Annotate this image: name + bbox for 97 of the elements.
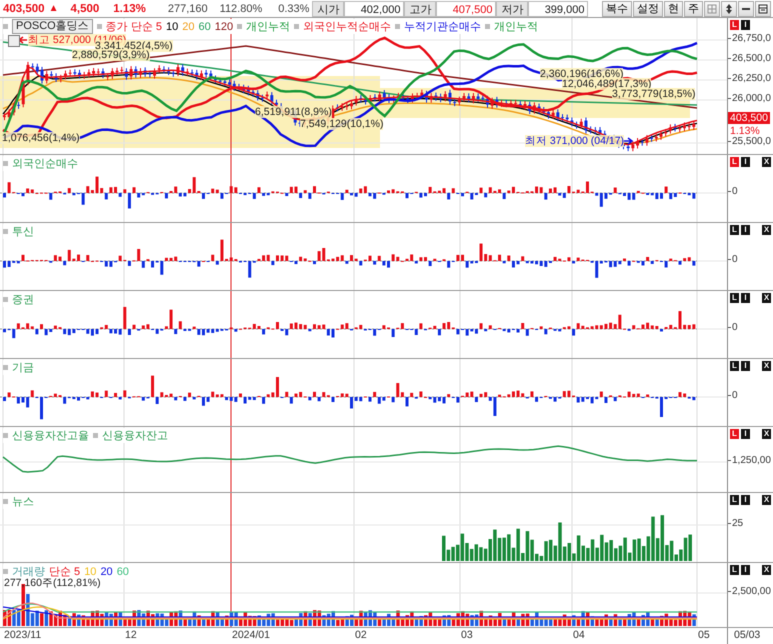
axis-tick-label: 0 xyxy=(732,390,738,401)
axis-badge[interactable]: L xyxy=(730,20,739,30)
legend-label: 10 xyxy=(166,20,178,32)
toolbar-button[interactable]: 복수 xyxy=(602,0,632,16)
date-axis-label: 2023/11 xyxy=(4,629,42,642)
axis-badge[interactable]: L xyxy=(730,361,739,371)
axis-badge[interactable]: L xyxy=(730,495,739,505)
legend-label: 10 xyxy=(84,566,96,578)
square-icon[interactable] xyxy=(8,35,20,47)
legend-label: 120 xyxy=(214,20,234,32)
chart-annotation: 1,076,456(1,4%) xyxy=(2,132,80,144)
axis-badge[interactable]: I xyxy=(741,157,750,167)
axis-badge[interactable]: X xyxy=(762,225,771,235)
axis-tick-label: 26,750,0 xyxy=(732,33,771,44)
date-axis-label: 03 xyxy=(461,629,473,642)
arrow-icon xyxy=(18,36,28,44)
chart-annotation: 3,773,779(18,5%) xyxy=(612,88,696,100)
date-axis-label: 04 xyxy=(573,629,585,642)
legend-label: 기금 xyxy=(12,361,34,375)
arrows-icon[interactable] xyxy=(721,0,737,16)
toolbar-button[interactable]: 설정 xyxy=(633,0,663,16)
axis-badge[interactable]: X xyxy=(762,293,771,303)
price-field: 399,000 xyxy=(528,0,588,16)
stock-name-label[interactable]: POSCO홀딩스 xyxy=(12,19,93,34)
date-axis-label: 2024/01 xyxy=(232,629,270,642)
axis-tick-label: 0 xyxy=(732,186,738,197)
axis-tick-label: 26,500,0 xyxy=(732,53,771,64)
up-arrow-label: ▲ xyxy=(48,3,58,14)
legend-label: 외국인순매수 xyxy=(12,157,78,171)
axis-badge[interactable]: L xyxy=(730,293,739,303)
price-field: 402,000 xyxy=(344,0,404,16)
axis-badge[interactable]: X xyxy=(762,429,771,439)
axis-tick-label: 1,250,00 xyxy=(732,455,771,466)
change-rate: 1.13% xyxy=(113,2,146,14)
price-field: 407,500 xyxy=(436,0,496,16)
legend-label: 투신 xyxy=(12,225,34,239)
axis-badge[interactable]: I xyxy=(741,293,750,303)
legend-marker-icon xyxy=(3,24,8,29)
chart-annotation: 2,880,579(3,9%) xyxy=(72,49,150,61)
legend-label: 신용융자잔고 xyxy=(102,429,168,443)
legend-label: 20 xyxy=(100,566,113,578)
legend-label: 60 xyxy=(116,566,129,578)
date-axis-label: 12 xyxy=(125,629,137,642)
field-label: 고가 xyxy=(404,0,436,16)
chart-annotation: 최저 371,000 (04/17) xyxy=(525,135,624,147)
change-rate-label: 1.13% xyxy=(730,125,760,137)
legend-label: 누적기관순매수 xyxy=(404,20,482,34)
legend-label: 증권 xyxy=(12,293,34,307)
legend-label: 거래량 xyxy=(12,565,45,578)
axis-badge[interactable]: X xyxy=(762,361,771,371)
toolbar-button[interactable]: 주 xyxy=(684,0,703,16)
chart-annotation: 7,549,129(10,1%) xyxy=(300,118,384,130)
legend-label: 단순 5 xyxy=(49,565,80,578)
legend-label: 개인누적 xyxy=(494,20,538,34)
chart-annotation: 6,519,911(8,9%) xyxy=(255,106,332,118)
field-label: 시가 xyxy=(312,0,344,16)
legend-label: 개인누적 xyxy=(246,20,290,34)
volume-annotation: 277,160주(112,81%) xyxy=(4,577,101,590)
legend-label: 20 xyxy=(182,20,194,32)
axis-tick-label: 25,500,0 xyxy=(732,136,771,147)
current-date-label: 05/03 xyxy=(733,628,762,643)
minus-icon[interactable] xyxy=(738,0,754,16)
axis-badge[interactable]: I xyxy=(741,225,750,235)
turnover-rate: 0.33% xyxy=(278,2,310,14)
current-price: 403,500 xyxy=(3,2,45,14)
axis-badge[interactable]: I xyxy=(741,565,750,575)
price-tag: 403,500 xyxy=(728,112,770,124)
price-change: 4,500 xyxy=(70,2,100,14)
axis-badge[interactable]: I xyxy=(741,429,750,439)
axis-tick-label: 25 xyxy=(732,518,744,529)
field-label: 저가 xyxy=(496,0,528,16)
axis-badge[interactable]: X xyxy=(762,495,771,505)
volume-value: 277,160 xyxy=(168,2,208,14)
axis-tick-label: 2,500,00 xyxy=(732,586,771,597)
legend-label: 60 xyxy=(198,20,211,32)
axis-tick-label: 0 xyxy=(732,254,738,265)
axis-badge[interactable]: L xyxy=(730,157,739,167)
date-axis-label: 05 xyxy=(698,629,710,642)
axis-badge[interactable]: I xyxy=(741,20,750,30)
window-icon[interactable] xyxy=(755,0,771,16)
axis-tick-label: 26,250,0 xyxy=(732,73,771,84)
axis-badge[interactable]: I xyxy=(741,495,750,505)
toolbar-button[interactable]: 현 xyxy=(664,0,683,16)
axis-badge[interactable]: L xyxy=(730,225,739,235)
axis-badge[interactable]: X xyxy=(762,157,771,167)
axis-badge[interactable]: X xyxy=(762,565,771,575)
axis-badge[interactable]: L xyxy=(730,429,739,439)
legend-label: 종가 단순 5 xyxy=(106,20,162,34)
axis-tick-label: 26,000,0 xyxy=(732,93,771,104)
volume-ratio: 112.80% xyxy=(220,2,262,14)
legend-label: 외국인누적순매수 xyxy=(303,20,392,34)
legend-label: 뉴스 xyxy=(12,495,34,509)
axis-badge[interactable]: I xyxy=(741,361,750,371)
axis-badge[interactable]: L xyxy=(730,565,739,575)
date-axis-label: 02 xyxy=(355,629,367,642)
legend-label: 신용융자잔고율 xyxy=(12,429,89,443)
axis-tick-label: 0 xyxy=(732,322,738,333)
